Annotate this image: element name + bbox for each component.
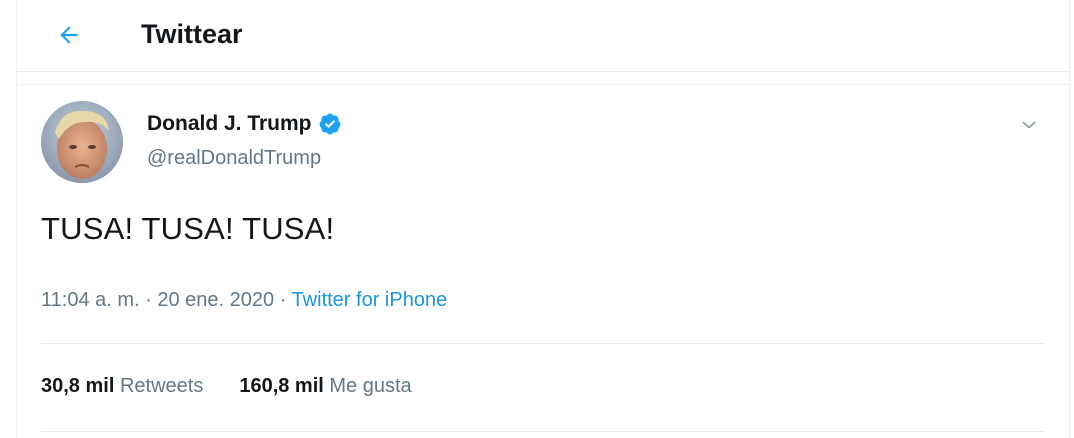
tweet-menu-button[interactable] (1013, 109, 1045, 141)
meta-separator: · (274, 289, 292, 311)
likes-label: Me gusta (323, 375, 412, 397)
author-name[interactable]: Donald J. Trump (147, 111, 342, 137)
tweet-text: TUSA! TUSA! TUSA! (41, 211, 335, 246)
tweet-meta: 11:04 a. m. · 20 ene. 2020 · Twitter for… (41, 287, 447, 313)
divider (41, 431, 1045, 432)
verified-badge-icon (318, 112, 342, 136)
page: Twittear Donald J. Trump @realDonaldTrum… (0, 0, 1074, 438)
chevron-down-icon (1019, 115, 1039, 135)
tweet-time[interactable]: 11:04 a. m. (41, 289, 140, 311)
tweet-source-link[interactable]: Twitter for iPhone (292, 289, 448, 311)
retweets-label: Retweets (114, 375, 204, 397)
retweets-stat[interactable]: 30,8 mil Retweets (41, 373, 203, 399)
page-header: Twittear (17, 0, 1069, 72)
author-name-text: Donald J. Trump (147, 112, 312, 135)
arrow-left-icon (56, 22, 82, 48)
tweet-date[interactable]: 20 ene. 2020 (157, 289, 274, 311)
retweets-count: 30,8 mil (41, 375, 115, 397)
tweet: Donald J. Trump @realDonaldTrump TUSA! T… (17, 84, 1069, 438)
page-title: Twittear (141, 19, 243, 49)
meta-separator: · (139, 289, 158, 311)
likes-stat[interactable]: 160,8 mil Me gusta (239, 373, 411, 399)
back-button[interactable] (49, 15, 89, 55)
avatar[interactable] (41, 101, 123, 183)
divider (41, 343, 1045, 344)
main-column: Twittear Donald J. Trump @realDonaldTrum… (16, 0, 1070, 438)
tweet-stats: 30,8 mil Retweets 160,8 mil Me gusta (41, 373, 448, 399)
likes-count: 160,8 mil (239, 375, 324, 397)
author-handle[interactable]: @realDonaldTrump (147, 146, 321, 170)
